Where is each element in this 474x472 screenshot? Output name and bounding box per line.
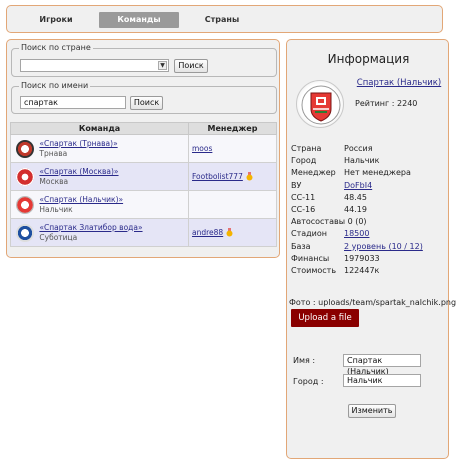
team-name-field[interactable]: Спартак (Нальчик) bbox=[343, 354, 421, 376]
detail-key: Страна bbox=[291, 144, 322, 153]
detail-key: ВУ bbox=[291, 180, 302, 190]
manager-link[interactable] bbox=[190, 200, 192, 209]
search-panel: Поиск по стране ▼ Поиск Поиск по имени с… bbox=[6, 39, 280, 258]
team-logo-icon bbox=[16, 223, 34, 242]
city-label: Город : bbox=[293, 377, 324, 386]
column-header-team: Команда bbox=[10, 122, 189, 135]
detail-row: Стоимость 122447к bbox=[291, 266, 446, 276]
team-city: Трнава bbox=[39, 148, 68, 158]
team-link[interactable]: «Спартак (Трнава)» bbox=[39, 139, 117, 148]
team-rating: Рейтинг : 2240 bbox=[355, 99, 418, 108]
team-logo-icon bbox=[16, 167, 34, 186]
detail-value: 44.19 bbox=[344, 205, 367, 214]
detail-row: Финансы 1979033 bbox=[291, 254, 446, 264]
table-row: «Спартак (Москва)» Москва Footbolist777 bbox=[10, 162, 277, 191]
detail-key: Стадион bbox=[291, 229, 328, 239]
team-logo-icon bbox=[16, 139, 34, 158]
chevron-down-icon: ▼ bbox=[158, 61, 167, 70]
team-link[interactable]: «Спартак (Нальчик)» bbox=[39, 195, 123, 204]
save-changes-button[interactable]: Изменить bbox=[348, 404, 396, 418]
manager-link[interactable]: Footbolist777 bbox=[190, 172, 243, 181]
team-city: Суботица bbox=[39, 232, 78, 242]
detail-key: Автосоставы 0 (0) bbox=[291, 217, 367, 227]
team-crest-icon bbox=[301, 85, 341, 125]
team-city: Нальчик bbox=[39, 204, 73, 214]
name-search-button[interactable]: Поиск bbox=[130, 96, 163, 110]
medal-icon bbox=[226, 228, 233, 237]
photo-path: Фото : uploads/team/spartak_nalchik.png bbox=[289, 298, 457, 307]
detail-row: Город Нальчик bbox=[291, 156, 446, 166]
team-logo-icon bbox=[16, 195, 34, 214]
country-search-button[interactable]: Поиск bbox=[174, 59, 208, 73]
detail-value: 122447к bbox=[344, 266, 380, 275]
detail-key: СС-11 bbox=[291, 192, 316, 202]
detail-row: Автосоставы 0 (0) bbox=[291, 217, 446, 227]
detail-row: Менеджер Нет менеджера bbox=[291, 168, 446, 178]
detail-key: Менеджер bbox=[291, 168, 336, 178]
country-search-legend: Поиск по стране bbox=[19, 43, 93, 53]
team-city-field[interactable]: Нальчик bbox=[343, 374, 421, 387]
detail-value: Нет менеджера bbox=[344, 168, 411, 178]
table-row: «Спартак Златибор вода» Суботица andre88 bbox=[10, 218, 277, 247]
team-logo-icon bbox=[296, 80, 344, 128]
team-link[interactable]: «Спартак Златибор вода» bbox=[39, 223, 142, 232]
info-panel: Информация Спартак (Нальчик) Рейтинг : 2… bbox=[286, 39, 456, 459]
detail-value: 1979033 bbox=[344, 253, 380, 263]
team-city: Москва bbox=[39, 176, 69, 186]
detail-value[interactable]: 2 уровень (10 / 12) bbox=[344, 242, 423, 252]
tab-teams[interactable]: Команды bbox=[99, 12, 179, 28]
top-nav: Игроки Команды Страны bbox=[6, 5, 443, 33]
upload-file-button[interactable]: Upload a file bbox=[291, 309, 359, 327]
detail-row: СС-11 48.45 bbox=[291, 193, 446, 203]
detail-value[interactable]: 18500 bbox=[344, 229, 369, 239]
country-select[interactable]: ▼ bbox=[20, 59, 169, 72]
detail-row: База 2 уровень (10 / 12) bbox=[291, 242, 446, 252]
column-header-manager: Менеджер bbox=[188, 122, 277, 135]
manager-link[interactable]: moos bbox=[190, 144, 212, 153]
name-label: Имя : bbox=[293, 356, 316, 365]
manager-link[interactable]: andre88 bbox=[190, 228, 223, 237]
info-title: Информация bbox=[327, 52, 410, 66]
detail-key: Финансы bbox=[291, 253, 330, 263]
detail-key: СС-16 bbox=[291, 205, 316, 214]
detail-row: ВУ DoFbI4 bbox=[291, 181, 446, 191]
teams-table: Команда Менеджер «Спартак (Трнава)» Трна… bbox=[10, 122, 277, 247]
detail-value: 48.45 bbox=[344, 192, 367, 202]
table-row: «Спартак (Трнава)» Трнава moos bbox=[10, 134, 277, 163]
detail-value: Россия bbox=[344, 144, 373, 153]
team-link[interactable]: «Спартак (Москва)» bbox=[39, 167, 118, 176]
detail-value: Нальчик bbox=[344, 156, 380, 166]
detail-key: База bbox=[291, 241, 311, 251]
table-row: «Спартак (Нальчик)» Нальчик bbox=[10, 190, 277, 219]
name-search-group: Поиск по имени спартак Поиск bbox=[11, 81, 277, 114]
medal-icon bbox=[246, 172, 253, 181]
name-search-input[interactable]: спартак bbox=[20, 96, 126, 109]
detail-key: Стоимость bbox=[291, 266, 337, 275]
country-search-group: Поиск по стране ▼ Поиск bbox=[11, 43, 277, 77]
detail-row: Страна Россия bbox=[291, 144, 446, 154]
name-search-legend: Поиск по имени bbox=[19, 81, 91, 91]
detail-key: Город bbox=[291, 156, 317, 166]
info-team-link[interactable]: Спартак (Нальчик) bbox=[349, 78, 449, 88]
tab-players[interactable]: Игроки bbox=[21, 12, 91, 28]
tab-countries[interactable]: Страны bbox=[187, 12, 257, 28]
detail-value[interactable]: DoFbI4 bbox=[344, 181, 372, 191]
detail-row: Стадион 18500 bbox=[291, 229, 446, 239]
detail-row: СС-16 44.19 bbox=[291, 205, 446, 215]
